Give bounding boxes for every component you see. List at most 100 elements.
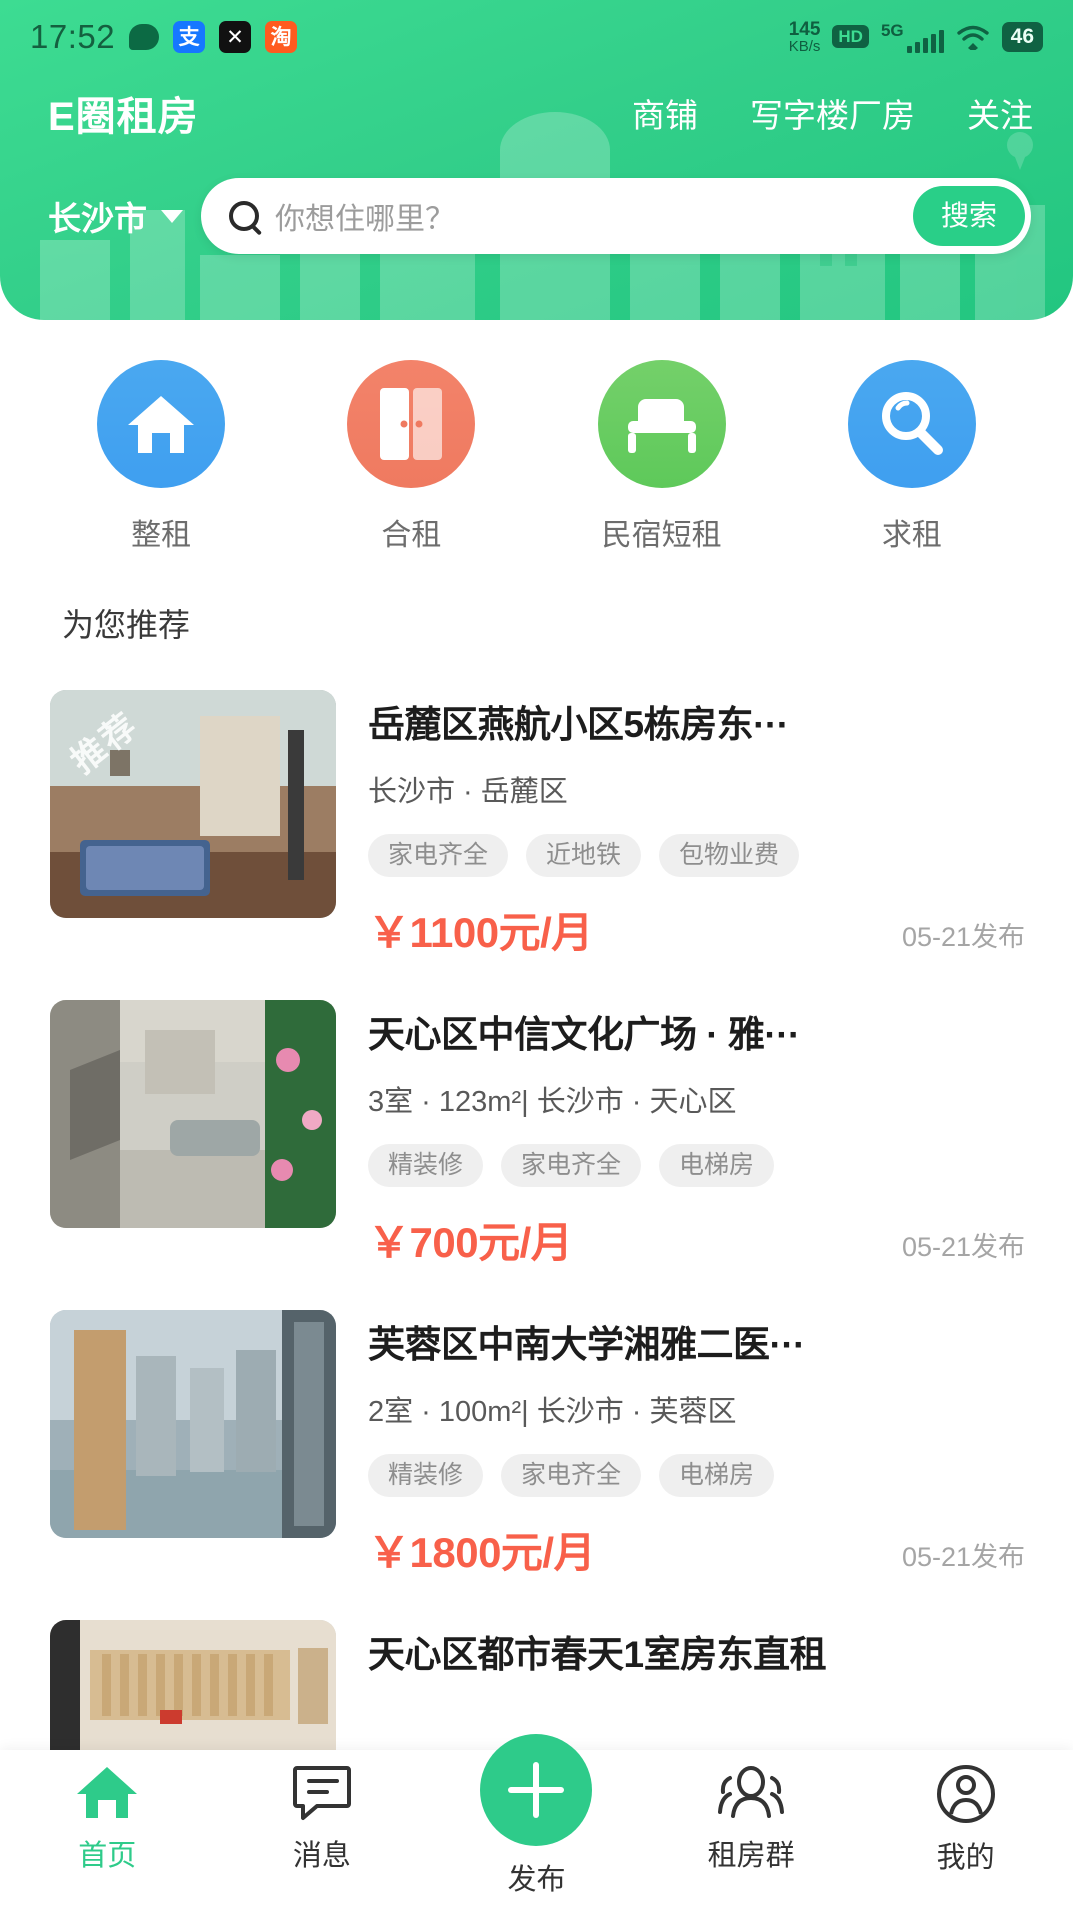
listing-price: ￥700元/月: [368, 1219, 573, 1266]
magnifier-icon: [847, 360, 976, 488]
search-bar[interactable]: 你想住哪里？ 搜索: [201, 178, 1031, 254]
nav-item-follow[interactable]: 关注: [967, 89, 1033, 137]
listing-info: 岳麓区燕航小区5栋房东··· 长沙市 · 岳麓区 家电齐全 近地铁 包物业费 ￥…: [368, 690, 1025, 960]
tab-label: 租房群: [707, 1840, 795, 1872]
listing-tag: 精装修: [368, 1144, 484, 1187]
listing-price-row: ￥1100元/月 05-21发布: [368, 899, 1025, 960]
listing-tag: 电梯房: [659, 1144, 775, 1187]
person-icon: [936, 1765, 995, 1823]
listing-title[interactable]: 天心区中信文化广场 · 雅···: [368, 1004, 1025, 1058]
listing-publish-date: 05-21发布: [901, 922, 1025, 952]
plus-icon[interactable]: [480, 1734, 593, 1846]
listing-meta: 长沙市 · 岳麓区: [368, 776, 568, 808]
listing-info: 天心区中信文化广场 · 雅··· 3室 · 123m²| 长沙市 · 天心区 精…: [368, 1000, 1025, 1270]
header-nav-links: 商铺 写字楼厂房 关注: [632, 89, 1033, 137]
category-item-short-stay[interactable]: 民宿短租: [537, 360, 787, 554]
tab-home[interactable]: 首页: [0, 1764, 215, 1874]
listing-publish-date: 05-21发布: [901, 1232, 1025, 1262]
x-app-icon: ✕: [219, 21, 252, 53]
listing-price-row: ￥700元/月 05-21发布: [368, 1209, 1025, 1270]
tab-label: 首页: [78, 1840, 137, 1872]
listing-price-row: ￥1800元/月 05-21发布: [368, 1519, 1025, 1580]
listing-tag: 家电齐全: [501, 1144, 642, 1187]
cellular-signal-icon: 5G: [881, 21, 944, 53]
city-label: 长沙市: [48, 200, 147, 237]
listing-card[interactable]: 芙蓉区中南大学湘雅二医··· 2室 · 100m²| 长沙市 · 芙蓉区 精装修…: [50, 1288, 1025, 1598]
listing-card[interactable]: 推荐 岳麓区燕航小区5栋房东··· 长沙市 · 岳麓区 家电齐全 近地铁 包物业…: [50, 668, 1025, 978]
category-label: 民宿短租: [601, 519, 722, 552]
listing-tags: 精装修 家电齐全 电梯房: [368, 1144, 1025, 1187]
tab-messages[interactable]: 消息: [215, 1764, 430, 1874]
search-input[interactable]: 你想住哪里？: [275, 194, 897, 238]
listing-thumbnail[interactable]: [50, 1000, 336, 1228]
search-button[interactable]: 搜索: [912, 186, 1025, 246]
section-title-recommend: 为您推荐: [62, 607, 191, 643]
home-icon: [97, 360, 226, 488]
app-header: 17:52 支 ✕ 淘 145 KB/s HD 5G 46 E圈租房 商铺 写字…: [0, 0, 1073, 320]
listing-publish-date: 05-21发布: [901, 1542, 1025, 1572]
listing-tag: 精装修: [368, 1454, 484, 1497]
listing-tag: 近地铁: [526, 834, 642, 877]
listing-photo: [50, 1000, 336, 1228]
tab-label: 发布: [507, 1864, 566, 1896]
listing-tag: 电梯房: [659, 1454, 775, 1497]
category-label: 合租: [381, 519, 442, 552]
category-item-seek-rent[interactable]: 求租: [787, 360, 1037, 554]
listing-card[interactable]: 天心区中信文化广场 · 雅··· 3室 · 123m²| 长沙市 · 天心区 精…: [50, 978, 1025, 1288]
listing-thumbnail[interactable]: [50, 1310, 336, 1538]
tab-label: 我的: [936, 1842, 995, 1874]
nav-item-office-factory[interactable]: 写字楼厂房: [750, 89, 915, 137]
listing-info: 芙蓉区中南大学湘雅二医··· 2室 · 100m²| 长沙市 · 芙蓉区 精装修…: [368, 1310, 1025, 1580]
tab-profile[interactable]: 我的: [858, 1764, 1073, 1876]
bottom-tab-bar: 首页 消息 发布 租房群 我的: [0, 1734, 1073, 1913]
category-item-shared-rent[interactable]: 合租: [286, 360, 536, 554]
listing-tag: 家电齐全: [368, 834, 509, 877]
publish-fab-wrap: [480, 1734, 593, 1846]
wardrobe-glyph: [380, 388, 443, 460]
status-bar-left: 17:52 支 ✕ 淘: [30, 18, 298, 56]
listing-meta: 3室 · 123m²| 长沙市 · 天心区: [368, 1086, 737, 1118]
category-label: 整租: [131, 519, 192, 552]
speech-bubble-icon: [129, 24, 160, 50]
network-speed-unit: KB/s: [788, 38, 821, 56]
header-nav-row: E圈租房 商铺 写字楼厂房 关注: [0, 74, 1073, 142]
home-icon: [77, 1767, 138, 1818]
status-bar: 17:52 支 ✕ 淘 145 KB/s HD 5G 46: [0, 0, 1073, 74]
listing-title[interactable]: 天心区都市春天1室房东直租: [368, 1624, 1025, 1678]
network-speed-value: 145: [788, 18, 821, 40]
listing-price: ￥1800元/月: [368, 1529, 596, 1576]
listing-list: 推荐 岳麓区燕航小区5栋房东··· 长沙市 · 岳麓区 家电齐全 近地铁 包物业…: [0, 646, 1073, 1866]
wifi-icon: [956, 25, 989, 50]
listing-thumbnail[interactable]: 推荐: [50, 690, 336, 918]
listing-title[interactable]: 岳麓区燕航小区5栋房东···: [368, 694, 1025, 748]
alipay-icon: 支: [173, 21, 206, 53]
taobao-icon: 淘: [265, 21, 298, 53]
magnifier-glyph: [881, 392, 943, 455]
search-icon: [229, 201, 259, 231]
tab-label: 消息: [292, 1840, 351, 1872]
bed-icon: [597, 360, 726, 488]
chat-icon: [292, 1766, 351, 1820]
listing-tag: 包物业费: [659, 834, 800, 877]
search-row: 长沙市 你想住哪里？ 搜索: [0, 142, 1073, 254]
battery-indicator: 46: [1001, 21, 1043, 53]
signal-bars-icon: [906, 29, 944, 53]
network-speed: 145 KB/s: [788, 18, 821, 56]
listing-price: ￥1100元/月: [368, 909, 593, 956]
category-item-whole-rent[interactable]: 整租: [36, 360, 286, 554]
status-time: 17:52: [30, 18, 116, 55]
app-screen: 17:52 支 ✕ 淘 145 KB/s HD 5G 46 E圈租房 商铺 写字…: [0, 0, 1073, 1913]
listing-meta: 2室 · 100m²| 长沙市 · 芙蓉区: [368, 1396, 737, 1428]
listing-tag: 家电齐全: [501, 1454, 642, 1497]
listing-tags: 家电齐全 近地铁 包物业费: [368, 834, 1025, 877]
home-glyph: [128, 396, 195, 453]
category-shortcuts: 整租 合租 民宿短租 求租: [0, 320, 1073, 554]
tab-publish[interactable]: 发布: [429, 1734, 644, 1898]
chevron-down-icon: [161, 209, 183, 223]
city-selector[interactable]: 长沙市: [48, 192, 183, 240]
bed-glyph: [627, 399, 696, 453]
nav-item-shops[interactable]: 商铺: [632, 89, 698, 137]
tab-rental-group[interactable]: 租房群: [644, 1764, 859, 1874]
listing-title[interactable]: 芙蓉区中南大学湘雅二医···: [368, 1314, 1025, 1368]
hd-icon: HD: [832, 25, 869, 49]
